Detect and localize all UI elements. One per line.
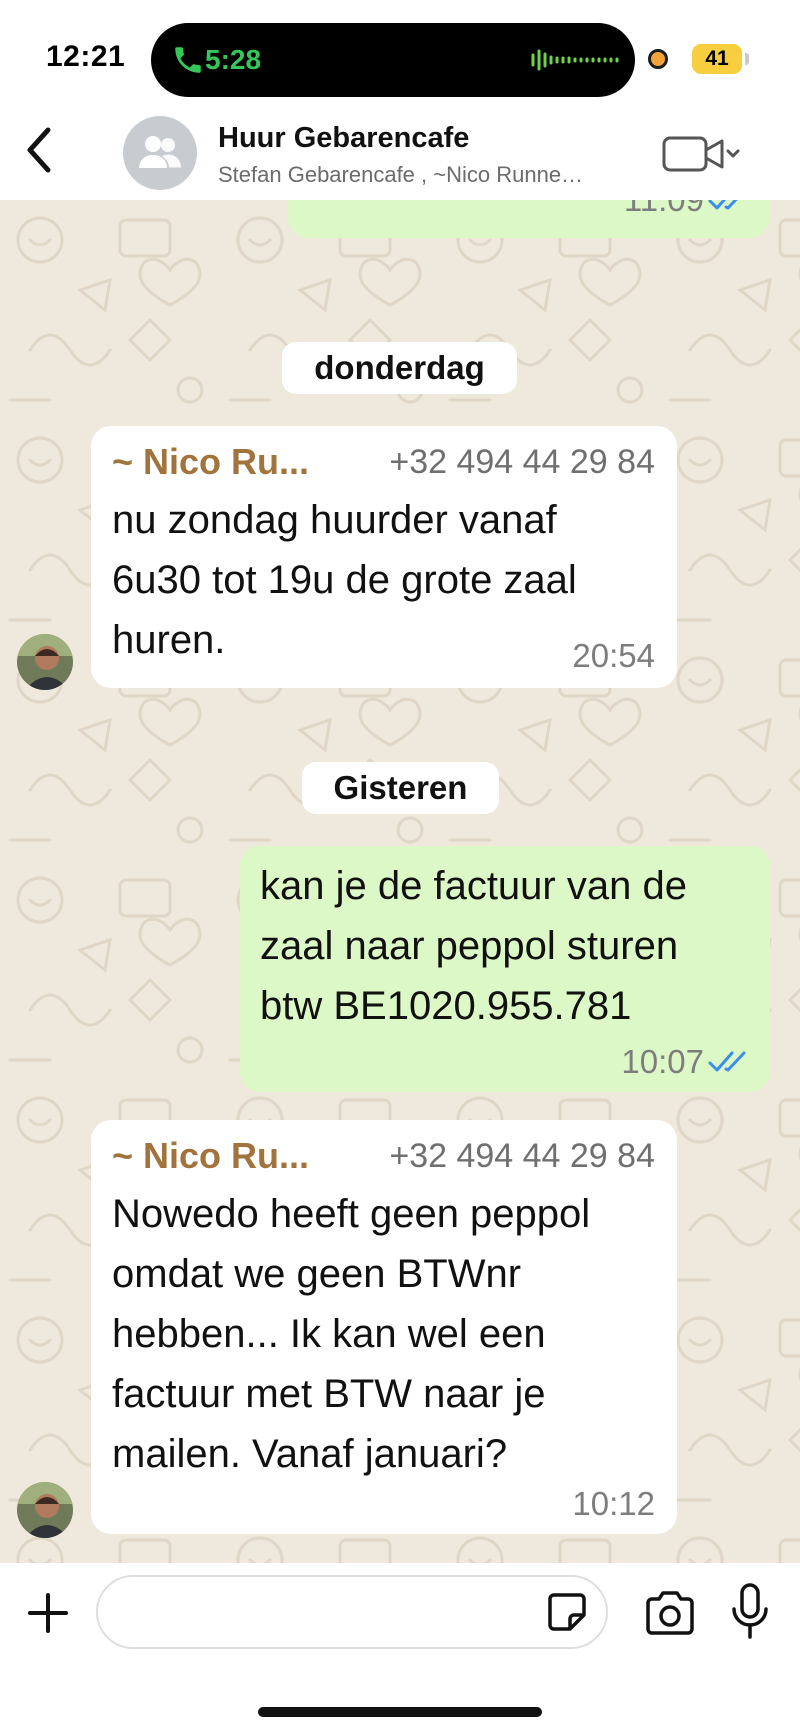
message-time: 11:09 (624, 200, 704, 220)
message-time: 20:54 (572, 637, 655, 674)
message-line: mailen. Vanaf januari? (112, 1432, 508, 1476)
person-photo (17, 634, 73, 690)
camera-icon (646, 1591, 694, 1635)
chevron-left-icon (27, 127, 51, 173)
message-line: omdat we geen BTWnr (112, 1252, 522, 1296)
chat-messages-area[interactable]: 11:09 donderdag ~ Nico Ru... +32 494 44 … (0, 200, 800, 1563)
person-photo (17, 1482, 73, 1538)
message-line: zaal naar peppol sturen (260, 924, 679, 968)
audio-waveform-icon (531, 49, 619, 71)
message-line: 6u30 tot 19u de grote zaal (112, 558, 577, 602)
message-bubble-outgoing[interactable]: 11:09 (288, 200, 770, 238)
chat-header: Huur Gebarencafe Stefan Gebarencafe , ~N… (0, 110, 800, 200)
battery-indicator: 41 (692, 44, 742, 74)
message-line: huren. (112, 618, 226, 662)
sender-phone[interactable]: +32 494 44 29 84 (389, 440, 655, 484)
sender-name[interactable]: ~ Nico Ru... (112, 1134, 309, 1178)
sender-avatar[interactable] (17, 634, 73, 690)
sticker-button[interactable] (546, 1591, 588, 1633)
video-camera-icon (662, 136, 724, 172)
message-line: Nowedo heeft geen peppol (112, 1192, 591, 1236)
camera-button[interactable] (644, 1589, 696, 1637)
back-button[interactable] (14, 120, 64, 180)
recording-dot-icon (648, 49, 668, 69)
message-time: 10:12 (572, 1485, 655, 1522)
sticker-icon (548, 1593, 586, 1631)
chat-title[interactable]: Huur Gebarencafe (218, 122, 469, 155)
message-line: hebben... Ik kan wel een (112, 1312, 546, 1356)
message-line: kan je de factuur van de (260, 864, 687, 908)
battery-cap (745, 53, 749, 65)
chat-participants[interactable]: Stefan Gebarencafe , ~Nico Runne… (218, 162, 638, 188)
voice-message-button[interactable] (730, 1581, 770, 1643)
status-clock: 12:21 (46, 40, 126, 73)
sender-avatar[interactable] (17, 1482, 73, 1538)
microphone-icon (732, 1583, 768, 1639)
date-separator: donderdag (282, 342, 517, 394)
message-time: 10:07 (621, 1043, 704, 1080)
message-line: btw BE1020.955.781 (260, 984, 632, 1028)
message-input[interactable] (96, 1575, 608, 1649)
video-call-button[interactable] (660, 132, 744, 176)
message-line: nu zondag huurder vanaf (112, 498, 557, 542)
group-avatar[interactable] (123, 116, 197, 190)
chevron-down-icon (726, 149, 740, 158)
plus-icon (28, 1593, 68, 1633)
call-duration: 5:28 (205, 44, 262, 75)
date-separator: Gisteren (302, 762, 499, 814)
message-bubble-outgoing[interactable]: kan je de factuur van de zaal naar peppo… (240, 846, 770, 1092)
group-icon (139, 136, 181, 168)
message-bubble-incoming[interactable]: ~ Nico Ru... +32 494 44 29 84 Nowedo hee… (91, 1120, 677, 1534)
sender-name[interactable]: ~ Nico Ru... (112, 440, 309, 484)
message-line: factuur met BTW naar je (112, 1372, 546, 1416)
message-bubble-incoming[interactable]: ~ Nico Ru... +32 494 44 29 84 nu zondag … (91, 426, 677, 688)
home-indicator[interactable] (258, 1707, 542, 1717)
sender-phone[interactable]: +32 494 44 29 84 (389, 1134, 655, 1178)
attach-button[interactable] (22, 1587, 74, 1639)
double-check-read-icon (708, 200, 738, 210)
status-bar: 12:21 5:28 41 (0, 0, 800, 110)
phone-call-icon (175, 47, 201, 73)
message-composer (0, 1563, 800, 1733)
dynamic-island-call[interactable]: 5:28 (151, 23, 635, 97)
double-check-read-icon (708, 1051, 746, 1072)
